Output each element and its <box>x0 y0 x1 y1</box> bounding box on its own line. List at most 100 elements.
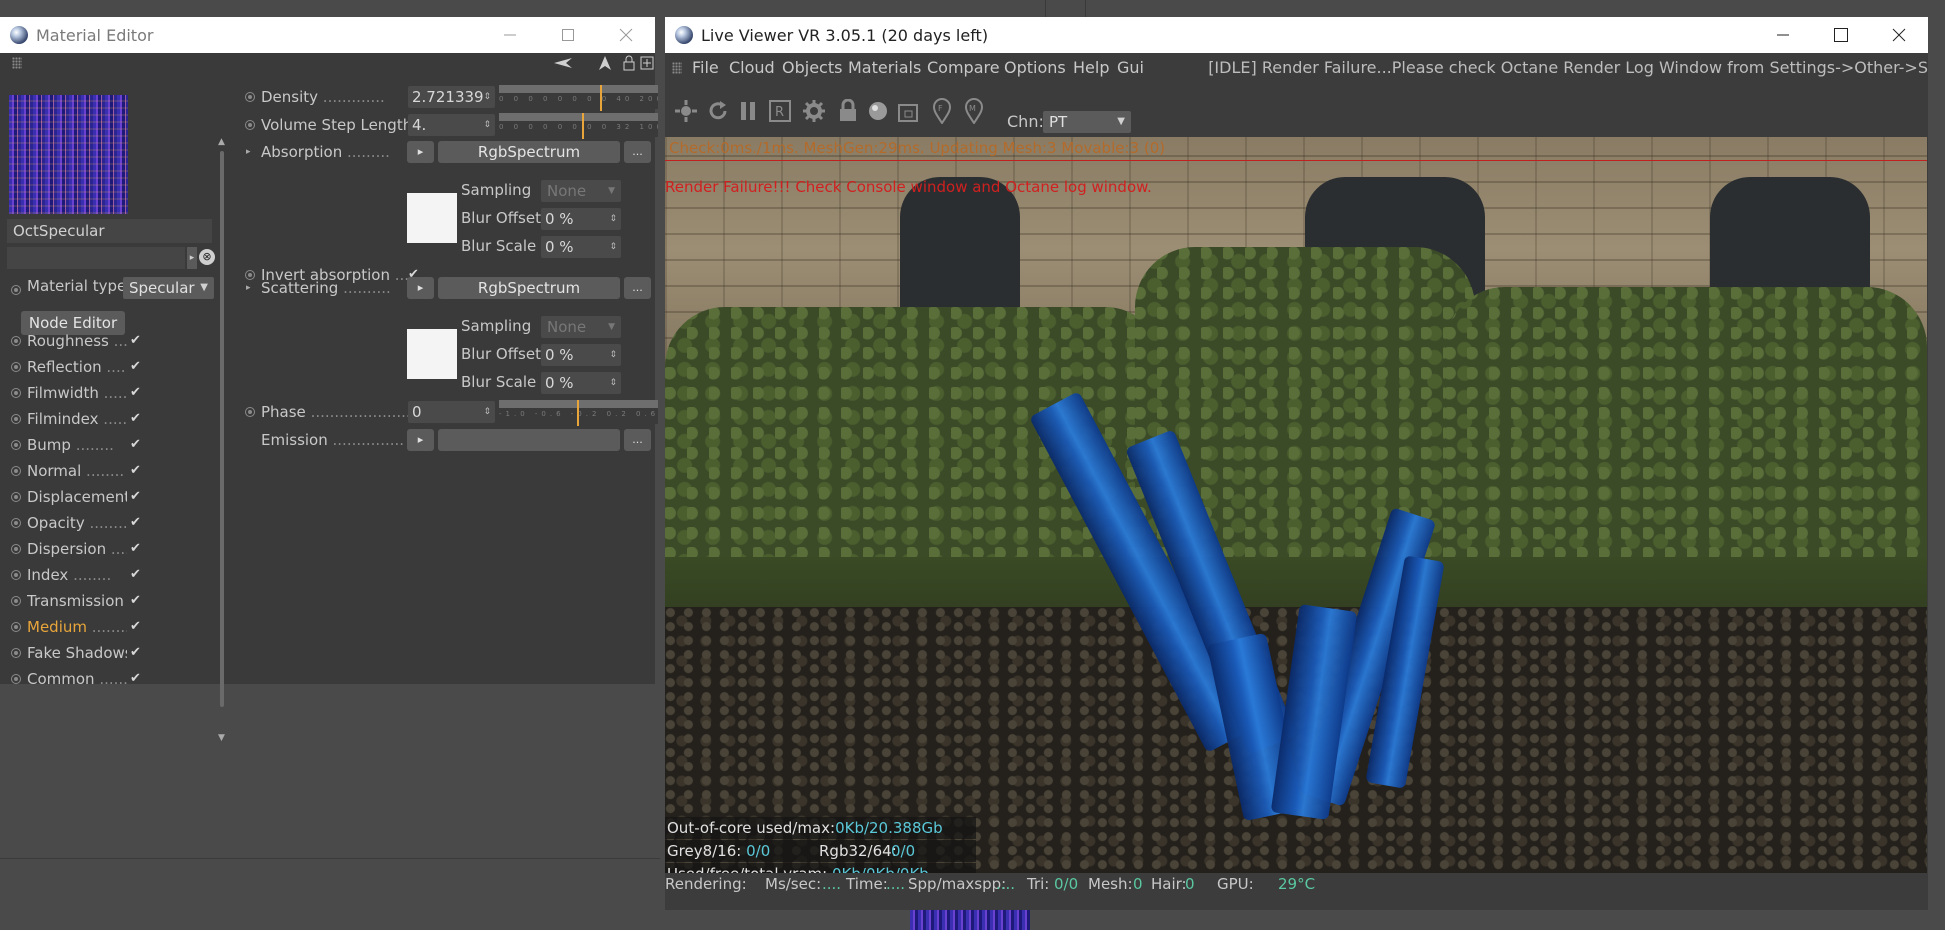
channel-checkbox[interactable]: ✔ <box>130 614 141 640</box>
new-panel-icon[interactable] <box>640 55 654 71</box>
radio-icon[interactable] <box>11 518 21 528</box>
absorption-color-swatch[interactable] <box>407 193 457 243</box>
search-arrow-icon[interactable]: ▸ <box>187 247 197 269</box>
menu-cloud[interactable]: Cloud <box>729 53 775 83</box>
scattering-shader-button[interactable]: RgbSpectrum <box>438 277 620 299</box>
channel-item[interactable]: Transmission ........✔ <box>0 588 180 614</box>
render-viewport[interactable]: Check:0ms./1ms. MeshGen:29ms. Updating M… <box>665 137 1927 873</box>
radio-icon[interactable] <box>11 648 21 658</box>
menu-help[interactable]: Help <box>1073 53 1109 83</box>
channel-checkbox[interactable]: ✔ <box>130 666 141 692</box>
blur-offset-input[interactable]: 0 % ⇕ <box>541 208 621 230</box>
radio-icon[interactable] <box>245 407 255 417</box>
menu-compare[interactable]: Compare <box>927 53 1000 83</box>
scattering-expand-button[interactable]: ▸ <box>407 277 434 299</box>
blur-offset-input[interactable]: 0 % ⇕ <box>541 344 621 366</box>
channel-checkbox[interactable]: ✔ <box>130 588 141 614</box>
radio-icon[interactable] <box>11 362 21 372</box>
minimize-button[interactable] <box>1754 17 1812 53</box>
material-ball-icon[interactable] <box>865 98 891 124</box>
viewer-horizontal-scrollbar[interactable] <box>665 897 1927 909</box>
channel-item[interactable]: Roughness ........✔ <box>0 328 180 354</box>
scrollbar-thumb[interactable] <box>220 151 224 707</box>
channel-item[interactable]: Index ........ ✔ <box>0 562 180 588</box>
pick-material-icon[interactable]: M <box>961 98 987 124</box>
channel-checkbox[interactable]: ✔ <box>130 640 141 666</box>
scattering-color-swatch[interactable] <box>407 329 457 379</box>
radio-icon[interactable] <box>11 492 21 502</box>
channel-item[interactable]: Bump ........ ✔ <box>0 432 180 458</box>
drag-grip-icon[interactable] <box>12 57 22 69</box>
radio-icon[interactable] <box>11 388 21 398</box>
sampling-dropdown[interactable]: None ▼ <box>541 180 621 202</box>
sampling-dropdown[interactable]: None ▼ <box>541 316 621 338</box>
gear-icon[interactable] <box>801 98 827 124</box>
channel-search-input[interactable] <box>7 247 185 269</box>
radio-icon[interactable] <box>11 674 21 684</box>
emission-expand-button[interactable]: ▸ <box>407 429 434 451</box>
channel-checkbox[interactable]: ✔ <box>130 562 141 588</box>
menu-options[interactable]: Options <box>1004 53 1066 83</box>
volume-step-slider[interactable]: 0 0 0 0 0 0 0 0 32 100 256 <box>499 113 658 139</box>
radio-icon[interactable] <box>11 414 21 424</box>
scroll-down-icon[interactable]: ▼ <box>218 733 225 743</box>
channel-item[interactable]: Dispersion ........✔ <box>0 536 180 562</box>
slider-handle[interactable] <box>600 85 602 111</box>
channel-checkbox[interactable]: ✔ <box>130 406 141 432</box>
send-scene-icon[interactable] <box>673 98 699 124</box>
restart-icon[interactable] <box>705 98 731 124</box>
title-bar[interactable]: Live Viewer VR 3.05.1 (20 days left) <box>665 17 1928 53</box>
cursor-arrow-icon[interactable] <box>598 55 612 71</box>
slider-handle[interactable] <box>582 113 584 139</box>
emission-more-button[interactable]: ... <box>624 429 651 451</box>
channel-checkbox[interactable]: ✔ <box>130 354 141 380</box>
channel-item[interactable]: Reflection ........✔ <box>0 354 180 380</box>
channel-checkbox[interactable]: ✔ <box>130 536 141 562</box>
lock-icon[interactable] <box>835 98 861 124</box>
scroll-up-icon[interactable]: ▲ <box>218 137 225 147</box>
lock-icon[interactable] <box>622 55 636 71</box>
emission-shader-button[interactable] <box>438 429 620 451</box>
channel-checkbox[interactable]: ✔ <box>130 380 141 406</box>
density-input[interactable]: 2.721339 ⇕ <box>408 86 495 108</box>
material-name-field[interactable]: OctSpecular <box>7 219 212 243</box>
radio-icon[interactable] <box>245 120 255 130</box>
radio-icon[interactable] <box>11 466 21 476</box>
blur-scale-input[interactable]: 0 % ⇕ <box>541 372 621 394</box>
title-bar[interactable]: Material Editor <box>0 17 655 53</box>
slider-handle[interactable] <box>577 400 579 426</box>
pick-focus-icon[interactable]: F <box>929 98 955 124</box>
scattering-more-button[interactable]: ... <box>624 277 651 299</box>
channel-item[interactable]: Filmwidth ........✔ <box>0 380 180 406</box>
radio-icon[interactable] <box>11 336 21 346</box>
radio-icon[interactable] <box>245 92 255 102</box>
channel-item[interactable]: Normal ........ ✔ <box>0 458 180 484</box>
maximize-button[interactable] <box>539 17 597 53</box>
channel-checkbox[interactable]: ✔ <box>130 328 141 354</box>
absorption-shader-button[interactable]: RgbSpectrum <box>438 141 620 163</box>
radio-icon[interactable] <box>11 596 21 606</box>
density-slider[interactable]: 0 0 0 0 0 0 0 0 40 200 1k <box>499 85 658 111</box>
phase-slider[interactable]: -1.0 -0.6 -0.2 0.2 0.6 1.0 <box>499 400 658 426</box>
channel-dropdown[interactable]: PT ▼ <box>1043 111 1131 133</box>
channel-item[interactable]: Common ........✔ <box>0 666 180 692</box>
region-render-icon[interactable]: R <box>767 98 793 124</box>
channel-checkbox[interactable]: ✔ <box>130 484 141 510</box>
radio-icon[interactable] <box>11 622 21 632</box>
absorption-expand-button[interactable]: ▸ <box>407 141 434 163</box>
search-clear-icon[interactable]: ⊗ <box>199 249 215 265</box>
channel-checkbox[interactable]: ✔ <box>130 510 141 536</box>
close-button[interactable] <box>1870 17 1928 53</box>
channel-checkbox[interactable]: ✔ <box>130 432 141 458</box>
channel-item[interactable]: Fake Shadows ........✔ <box>0 640 180 666</box>
radio-icon[interactable] <box>11 440 21 450</box>
radio-icon[interactable] <box>11 544 21 554</box>
radio-icon[interactable] <box>11 285 21 295</box>
absorption-more-button[interactable]: ... <box>624 141 651 163</box>
material-preview[interactable] <box>9 95 128 214</box>
channel-item[interactable]: Medium ........ ✔ <box>0 614 180 640</box>
blur-scale-input[interactable]: 0 % ⇕ <box>541 236 621 258</box>
material-type-dropdown[interactable]: Specular ▼ <box>123 277 214 299</box>
menu-materials[interactable]: Materials <box>848 53 921 83</box>
material-thumbnail-partial[interactable] <box>910 910 1030 930</box>
